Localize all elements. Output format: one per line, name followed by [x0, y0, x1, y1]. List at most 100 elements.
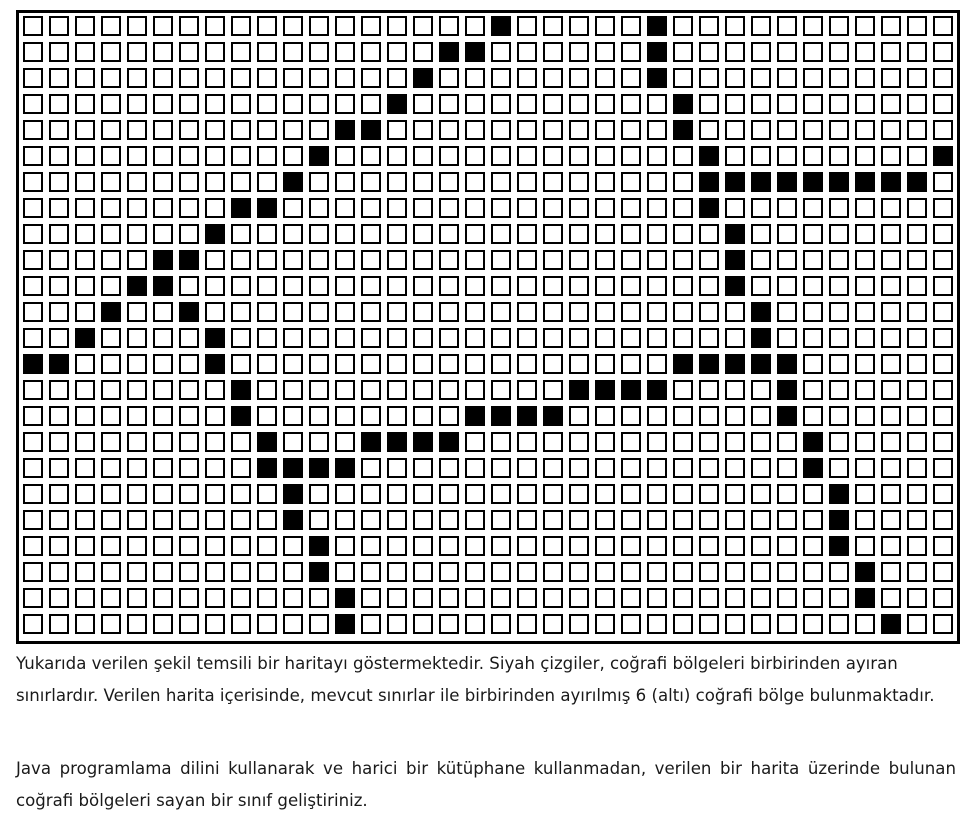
- empty-cell: [803, 328, 823, 348]
- empty-cell: [127, 68, 147, 88]
- empty-cell: [23, 328, 43, 348]
- empty-cell: [127, 198, 147, 218]
- empty-cell: [907, 16, 927, 36]
- empty-cell: [205, 198, 225, 218]
- empty-cell: [855, 458, 875, 478]
- empty-cell: [361, 354, 381, 374]
- border-cell: [673, 354, 693, 374]
- empty-cell: [257, 510, 277, 530]
- empty-cell: [621, 94, 641, 114]
- empty-cell: [543, 42, 563, 62]
- empty-cell: [803, 614, 823, 634]
- border-cell: [751, 328, 771, 348]
- empty-cell: [49, 432, 69, 452]
- empty-cell: [101, 146, 121, 166]
- empty-cell: [465, 562, 485, 582]
- empty-cell: [439, 354, 459, 374]
- empty-cell: [907, 536, 927, 556]
- empty-cell: [465, 198, 485, 218]
- empty-cell: [309, 94, 329, 114]
- empty-cell: [751, 510, 771, 530]
- empty-cell: [907, 224, 927, 244]
- empty-cell: [803, 42, 823, 62]
- empty-cell: [881, 198, 901, 218]
- border-cell: [465, 406, 485, 426]
- empty-cell: [517, 146, 537, 166]
- empty-cell: [855, 302, 875, 322]
- empty-cell: [725, 458, 745, 478]
- empty-cell: [491, 536, 511, 556]
- border-cell: [725, 224, 745, 244]
- empty-cell: [231, 536, 251, 556]
- empty-cell: [387, 588, 407, 608]
- empty-cell: [101, 120, 121, 140]
- empty-cell: [257, 120, 277, 140]
- border-cell: [881, 614, 901, 634]
- empty-cell: [49, 120, 69, 140]
- empty-cell: [673, 302, 693, 322]
- empty-cell: [231, 588, 251, 608]
- empty-cell: [361, 276, 381, 296]
- empty-cell: [361, 302, 381, 322]
- empty-cell: [335, 328, 355, 348]
- empty-cell: [153, 432, 173, 452]
- empty-cell: [855, 94, 875, 114]
- empty-cell: [179, 276, 199, 296]
- empty-cell: [829, 406, 849, 426]
- empty-cell: [361, 588, 381, 608]
- empty-cell: [621, 536, 641, 556]
- empty-cell: [777, 42, 797, 62]
- empty-cell: [569, 94, 589, 114]
- empty-cell: [517, 588, 537, 608]
- empty-cell: [907, 614, 927, 634]
- empty-cell: [75, 42, 95, 62]
- empty-cell: [881, 302, 901, 322]
- empty-cell: [517, 302, 537, 322]
- empty-cell: [439, 380, 459, 400]
- empty-cell: [231, 432, 251, 452]
- empty-cell: [907, 510, 927, 530]
- empty-cell: [829, 68, 849, 88]
- empty-cell: [725, 562, 745, 582]
- empty-cell: [569, 328, 589, 348]
- empty-cell: [725, 588, 745, 608]
- empty-cell: [543, 224, 563, 244]
- empty-cell: [933, 172, 953, 192]
- empty-cell: [283, 588, 303, 608]
- empty-cell: [49, 94, 69, 114]
- empty-cell: [699, 458, 719, 478]
- border-cell: [257, 198, 277, 218]
- empty-cell: [803, 276, 823, 296]
- empty-cell: [179, 432, 199, 452]
- empty-cell: [569, 406, 589, 426]
- empty-cell: [23, 94, 43, 114]
- empty-cell: [621, 458, 641, 478]
- empty-cell: [517, 562, 537, 582]
- border-cell: [335, 614, 355, 634]
- empty-cell: [777, 432, 797, 452]
- empty-cell: [309, 380, 329, 400]
- empty-cell: [127, 42, 147, 62]
- empty-cell: [205, 146, 225, 166]
- border-cell: [413, 68, 433, 88]
- empty-cell: [283, 562, 303, 582]
- empty-cell: [101, 380, 121, 400]
- empty-cell: [933, 198, 953, 218]
- empty-cell: [179, 94, 199, 114]
- empty-cell: [231, 328, 251, 348]
- empty-cell: [179, 484, 199, 504]
- empty-cell: [569, 510, 589, 530]
- empty-cell: [309, 406, 329, 426]
- empty-cell: [907, 354, 927, 374]
- empty-cell: [205, 94, 225, 114]
- empty-cell: [283, 614, 303, 634]
- empty-cell: [751, 432, 771, 452]
- empty-cell: [127, 302, 147, 322]
- border-cell: [361, 120, 381, 140]
- empty-cell: [517, 458, 537, 478]
- empty-cell: [907, 562, 927, 582]
- border-cell: [257, 458, 277, 478]
- border-cell: [491, 406, 511, 426]
- empty-cell: [257, 588, 277, 608]
- empty-cell: [569, 562, 589, 582]
